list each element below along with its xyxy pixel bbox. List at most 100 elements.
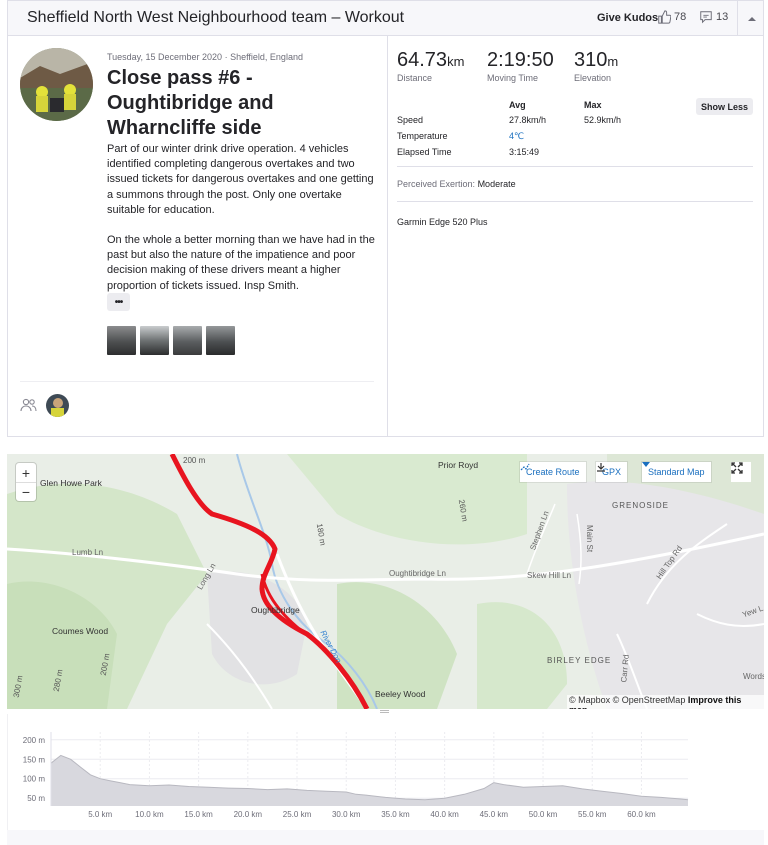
chevron-up-icon <box>747 16 756 21</box>
speed-avg: 27.8km/h <box>509 115 547 125</box>
x-tick-label: 60.0 km <box>627 810 656 819</box>
activity-description: Part of our winter drink drive operation… <box>107 142 379 309</box>
attribution-text[interactable]: © Mapbox © OpenStreetMap <box>569 695 685 705</box>
distance-label: Distance <box>397 73 433 83</box>
collapse-button[interactable] <box>737 1 765 36</box>
exertion-label: Perceived Exertion: <box>397 179 476 189</box>
activity-card: Sheffield North West Neighbourhood team … <box>7 0 764 437</box>
section-divider <box>20 381 374 382</box>
elevation-unit: m <box>607 54 619 69</box>
map-label: 200 m <box>183 456 206 465</box>
elevation-chart-canvas: 200 m 150 m 100 m 50 m 5.0 km 10.0 km 15.0 km 2… <box>23 732 689 819</box>
download-icon <box>597 463 605 472</box>
photo-thumbnail[interactable] <box>173 326 202 355</box>
stat-elevation: 310m Elevation <box>574 49 618 83</box>
footer-bar <box>7 830 764 845</box>
elevation-label: Elevation <box>574 73 612 83</box>
map-label: Skew Hill Ln <box>527 571 572 580</box>
map-label: Lumb Ln <box>72 548 104 557</box>
create-route-label: Create Route <box>526 467 580 477</box>
y-tick-label: 200 m <box>23 736 46 745</box>
device-name: Garmin Edge 520 Plus <box>397 217 488 227</box>
x-tick-label: 15.0 km <box>184 810 213 819</box>
map-label: Glen Howe Park <box>40 478 102 488</box>
thumbs-up-icon <box>658 10 671 24</box>
section-divider <box>397 201 753 202</box>
give-kudos-label[interactable]: Give Kudos <box>597 12 658 24</box>
distance-unit: km <box>447 54 465 69</box>
map-style-dropdown[interactable]: Standard Map <box>642 462 711 482</box>
column-header-max: Max <box>584 100 602 110</box>
zoom-out-button[interactable]: − <box>16 482 36 501</box>
description-paragraph: On the whole a better morning than we ha… <box>107 234 375 292</box>
stat-moving-time: 2:19:50 Moving Time <box>487 49 554 83</box>
group-icon[interactable] <box>20 398 37 415</box>
distance-value: 64.73 <box>397 49 448 71</box>
photo-thumbnail[interactable] <box>140 326 169 355</box>
expand-icon <box>731 462 743 474</box>
perceived-exertion: Perceived Exertion: Moderate <box>397 179 516 189</box>
y-tick-label: 150 m <box>23 755 46 764</box>
fullscreen-button[interactable] <box>731 462 751 482</box>
row-label-temperature: Temperature <box>397 131 448 141</box>
row-label-speed: Speed <box>397 115 424 125</box>
description-paragraph: Part of our winter drink drive operation… <box>107 143 374 216</box>
x-tick-label: 25.0 km <box>283 810 312 819</box>
x-tick-label: 10.0 km <box>135 810 164 819</box>
map-label: BIRLEY EDGE <box>547 656 612 665</box>
elevation-chart: 200 m 150 m 100 m 50 m 5.0 km 10.0 km 15.0 km 2… <box>7 714 764 832</box>
x-tick-label: 55.0 km <box>578 810 607 819</box>
zoom-control: + − <box>16 463 36 501</box>
gpx-button[interactable]: GPX <box>596 462 628 482</box>
map-label: Prior Royd <box>438 460 479 470</box>
map-label: Oughtibridge <box>251 605 300 615</box>
activity-title: Close pass #6 - Oughtibridge and Wharncl… <box>107 67 274 139</box>
photo-strip <box>107 326 235 355</box>
map-canvas <box>7 454 764 709</box>
y-tick-label: 50 m <box>27 794 45 803</box>
comment-count: 13 <box>716 11 729 23</box>
x-tick-label: 40.0 km <box>430 810 459 819</box>
map-label: Wordsw <box>743 672 764 681</box>
comments-button[interactable]: 13 <box>699 10 728 24</box>
row-label-elapsed-time: Elapsed Time <box>397 147 452 157</box>
moving-time-value: 2:19:50 <box>487 49 554 71</box>
map-label: GRENOSIDE <box>612 501 670 510</box>
create-route-button[interactable]: Create Route <box>520 462 586 482</box>
athlete-avatar[interactable] <box>20 48 93 121</box>
x-tick-label: 30.0 km <box>332 810 361 819</box>
photo-thumbnail[interactable] <box>107 326 136 355</box>
kudos-button[interactable]: 78 <box>657 10 686 24</box>
x-tick-label: 50.0 km <box>529 810 558 819</box>
activity-meta: Tuesday, 15 December 2020 · Sheffield, E… <box>107 52 303 62</box>
x-tick-label: 45.0 km <box>480 810 509 819</box>
page-title: Sheffield North West Neighbourhood team … <box>27 9 405 26</box>
x-tick-label: 20.0 km <box>234 810 263 819</box>
more-button[interactable]: ••• <box>107 293 130 311</box>
athlete-avatar-small[interactable] <box>46 394 69 417</box>
y-tick-label: 100 m <box>23 775 46 784</box>
photo-thumbnail[interactable] <box>206 326 235 355</box>
comment-icon <box>700 11 712 24</box>
zoom-in-button[interactable]: + <box>16 463 36 482</box>
map-label: Main St <box>585 524 595 553</box>
temperature-avg: 4℃ <box>509 131 525 141</box>
x-tick-label: 35.0 km <box>381 810 410 819</box>
kudos-count: 78 <box>674 11 687 23</box>
x-tick-label: 5.0 km <box>88 810 112 819</box>
route-icon <box>520 463 530 471</box>
route-map[interactable]: + − Create Route GPX Standard Map Glen H… <box>7 454 764 709</box>
caret-down-icon <box>642 462 650 467</box>
map-label: Coumes Wood <box>52 626 109 636</box>
show-less-button[interactable]: Show Less <box>696 98 753 115</box>
moving-time-label: Moving Time <box>487 73 539 83</box>
resize-handle[interactable] <box>380 710 389 713</box>
map-label: Beeley Wood <box>375 689 426 699</box>
speed-max: 52.9km/h <box>584 115 622 125</box>
map-attribution: © Mapbox © OpenStreetMap Improve this ma… <box>567 695 764 709</box>
column-header-avg: Avg <box>509 100 526 110</box>
column-divider <box>387 36 388 437</box>
elapsed-time-avg: 3:15:49 <box>509 147 540 157</box>
section-divider <box>397 166 753 167</box>
stat-distance: 64.73km Distance <box>397 49 464 83</box>
